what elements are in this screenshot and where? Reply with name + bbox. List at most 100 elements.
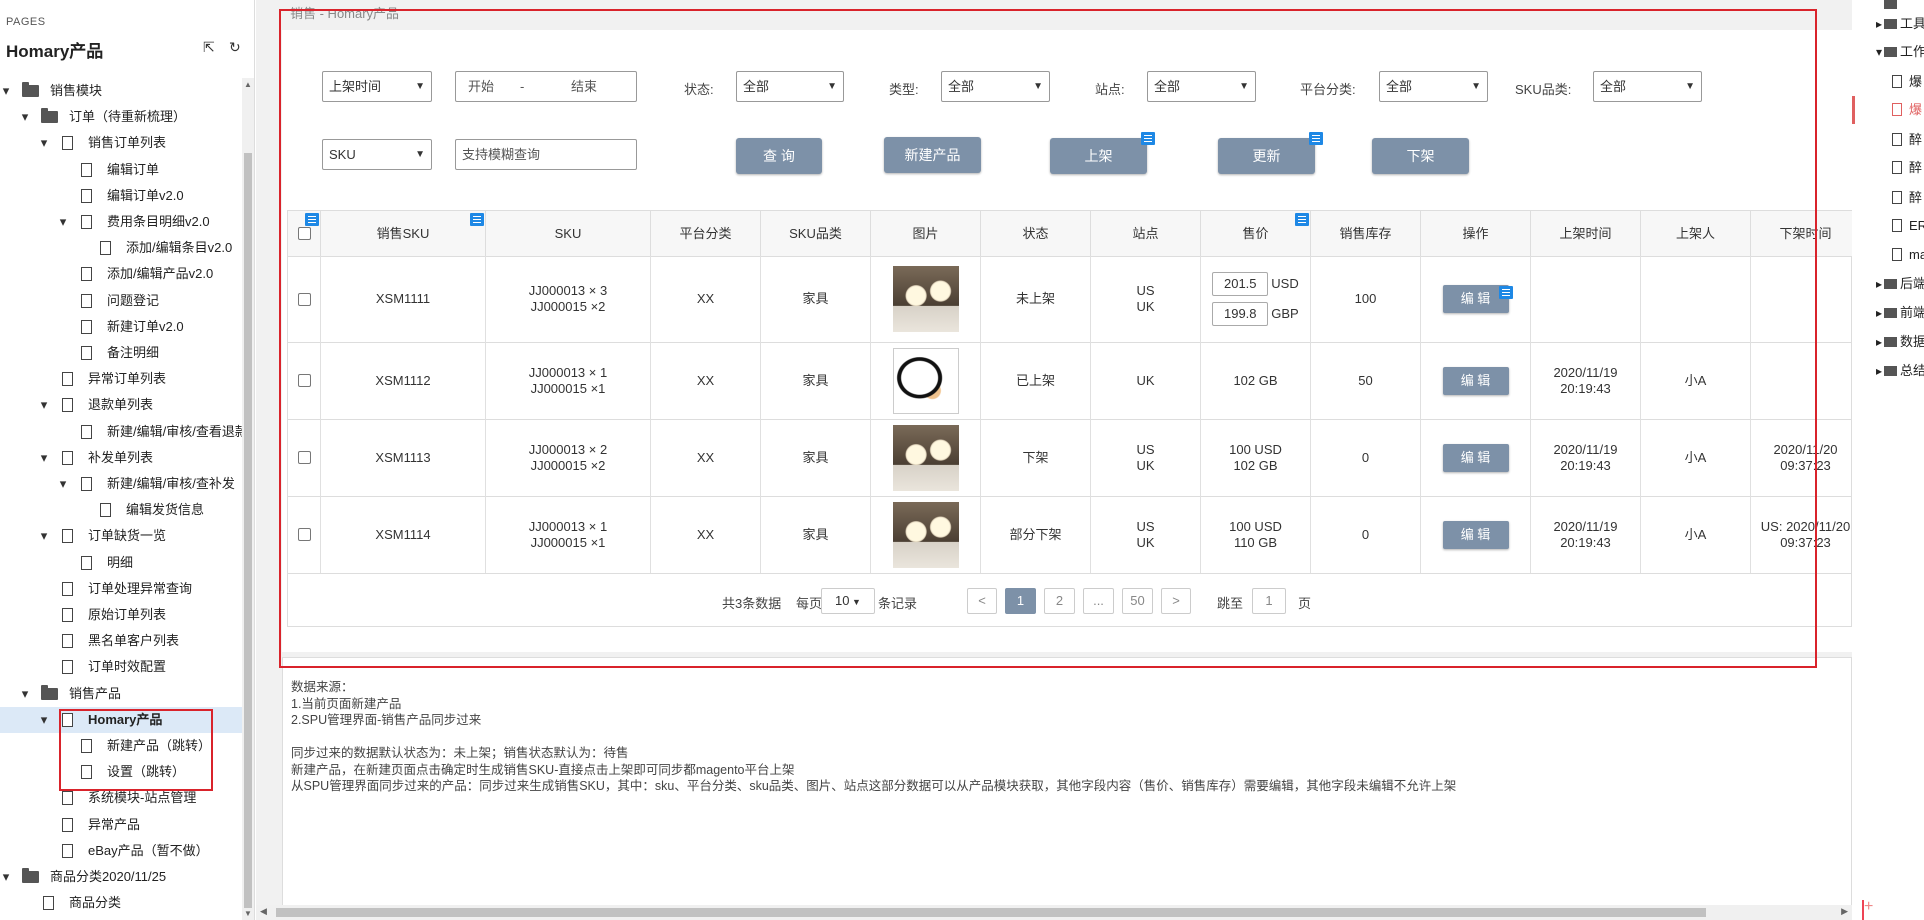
- caret-down-icon[interactable]: ▾: [19, 104, 31, 130]
- scroll-down-icon[interactable]: ▼: [244, 909, 252, 918]
- outline-item[interactable]: 醉: [1852, 126, 1924, 154]
- caret-down-icon[interactable]: ▾: [38, 707, 50, 733]
- outline-item-label: 醉: [1909, 132, 1923, 147]
- sidebar-item-label: 编辑订单v2.0: [107, 187, 184, 203]
- folder-icon: [1884, 19, 1897, 29]
- caret-down-icon[interactable]: ▾: [38, 392, 50, 418]
- page-icon: [81, 267, 92, 282]
- sidebar-item-label: 新建/编辑/审核/查看退款: [107, 423, 242, 439]
- plus-icon[interactable]: +: [1864, 898, 1873, 916]
- folder-icon: [22, 82, 39, 97]
- outline-item-label: 醉: [1909, 190, 1923, 205]
- caret-down-icon[interactable]: ▾: [57, 209, 69, 235]
- sidebar-item-label: 编辑发货信息: [126, 502, 205, 518]
- sidebar-item-label: 编辑订单: [107, 161, 160, 177]
- page-icon: [1892, 103, 1902, 116]
- caret-down-icon[interactable]: ▾: [38, 445, 50, 471]
- folder-icon: [1884, 366, 1897, 376]
- sidebar-item-label: 费用条目明细v2.0: [107, 214, 210, 229]
- page-icon: [62, 581, 73, 596]
- outline-item[interactable]: ▸ 前端: [1852, 299, 1924, 327]
- sidebar-item-label: 新建订单v2.0: [107, 318, 184, 334]
- page-icon: [62, 450, 73, 465]
- outline-item-label: ER: [1909, 218, 1924, 233]
- page-icon: [81, 215, 92, 229]
- page-icon: [62, 529, 73, 544]
- folder-icon: [41, 684, 58, 700]
- caret-down-icon[interactable]: ▾: [0, 864, 12, 890]
- outline-item-label: ma: [1909, 247, 1924, 262]
- outline-item[interactable]: ▾ 工作: [1852, 38, 1924, 66]
- sidebar-item-label: 补发单列表: [88, 449, 154, 465]
- caret-down-icon[interactable]: ▾: [1874, 38, 1884, 66]
- outline-item[interactable]: ma: [1852, 241, 1924, 269]
- refresh-icon[interactable]: ↻: [229, 40, 243, 54]
- caret-right-icon[interactable]: ▸: [1874, 10, 1884, 38]
- caret-down-icon[interactable]: ▾: [0, 78, 12, 104]
- page-icon: [1892, 248, 1902, 261]
- caret-right-icon[interactable]: ▸: [1874, 328, 1884, 356]
- sidebar-item-label: 黑名单客户列表: [88, 633, 180, 649]
- sidebar-scroll-thumb[interactable]: [244, 153, 252, 908]
- sidebar-item-label: 明细: [107, 554, 134, 570]
- outline-item-label: 数据: [1900, 334, 1924, 349]
- outline-item[interactable]: ▸ 数据: [1852, 328, 1924, 356]
- sidebar-item-label: 订单时效配置: [88, 659, 167, 675]
- outline-item[interactable]: ▸ 工具: [1852, 10, 1924, 38]
- page-title: Homary产品: [6, 42, 104, 61]
- outline-item[interactable]: 醉: [1852, 184, 1924, 212]
- caret-down-icon[interactable]: ▾: [57, 471, 69, 497]
- sidebar-item-label: eBay产品（暂不做）: [88, 842, 209, 858]
- sidebar-item-label: 订单缺货一览: [88, 528, 167, 544]
- sidebar-item-label: 添加/编辑条目v2.0: [126, 240, 233, 256]
- folder-icon: [22, 868, 39, 883]
- scroll-left-icon[interactable]: ◀: [260, 906, 267, 917]
- sidebar-scrollbar[interactable]: ▲ ▼: [242, 78, 254, 920]
- page-icon: [1892, 161, 1902, 174]
- export-icon[interactable]: ⇱: [203, 40, 217, 54]
- caret-right-icon[interactable]: ▸: [1874, 270, 1884, 298]
- page-icon: [100, 503, 111, 518]
- page-icon: [81, 346, 92, 360]
- folder-icon: [41, 108, 58, 124]
- sidebar-item-label: 订单（待重新梳理）: [69, 109, 187, 125]
- outline-item[interactable]: ▸ 总结: [1852, 357, 1924, 385]
- sidebar-item-label: 订单处理异常查询: [88, 580, 193, 596]
- sidebar-item-label: 新建/编辑/审核/查补发: [107, 476, 235, 491]
- outline-item[interactable]: ▸ 后端: [1852, 270, 1924, 298]
- outline-item-label: 后端: [1900, 276, 1924, 291]
- scroll-up-icon[interactable]: ▲: [244, 80, 252, 89]
- caret-down-icon[interactable]: ▾: [38, 523, 50, 549]
- scroll-right-icon[interactable]: ▶: [1841, 906, 1848, 917]
- page-icon: [81, 424, 92, 439]
- caret-down-icon[interactable]: ▾: [38, 130, 50, 156]
- sidebar-item-label: 异常产品: [88, 816, 141, 832]
- caret-down-icon[interactable]: ▾: [19, 681, 31, 707]
- caret-right-icon[interactable]: ▸: [1874, 299, 1884, 327]
- sidebar-item-label: 异常订单列表: [88, 371, 167, 387]
- active-indicator: [1852, 96, 1855, 124]
- page-icon: [62, 398, 73, 413]
- page-tree: ▾ 销售模块 ▾ 订单（待重新梳理） ▾ 销售订单列表 编辑订单 编辑订单v2.0 ▾ 费用条目明…: [0, 78, 242, 920]
- note-line: 1.当前页面新建产品: [291, 696, 402, 711]
- page-icon: [100, 241, 111, 256]
- folder-icon: [1884, 0, 1897, 9]
- folder-icon: [1884, 308, 1897, 318]
- outline-item[interactable]: 爆: [1852, 68, 1924, 96]
- horizontal-scrollbar[interactable]: ◀ ▶: [256, 905, 1852, 920]
- sidebar-item-label: 销售订单列表: [88, 135, 167, 151]
- page-icon: [1892, 219, 1902, 232]
- outline-item[interactable]: 醉: [1852, 154, 1924, 182]
- annotation-highlight-box: [59, 709, 213, 791]
- page-icon: [62, 372, 73, 387]
- outline-item-label: 工具: [1900, 16, 1924, 31]
- page-icon: [81, 319, 92, 334]
- caret-right-icon[interactable]: ▸: [1874, 357, 1884, 385]
- outline-item[interactable]: 爆: [1852, 96, 1924, 124]
- page-icon: [62, 843, 73, 858]
- horizontal-scroll-thumb[interactable]: [276, 908, 1706, 917]
- outline-item-label: 总结: [1900, 363, 1924, 378]
- page-icon: [1892, 191, 1902, 204]
- note-line: 从SPU管理界面同步过来的产品：同步过来生成销售SKU，其中：sku、平台分类、…: [291, 779, 1457, 793]
- outline-item[interactable]: ER: [1852, 212, 1924, 240]
